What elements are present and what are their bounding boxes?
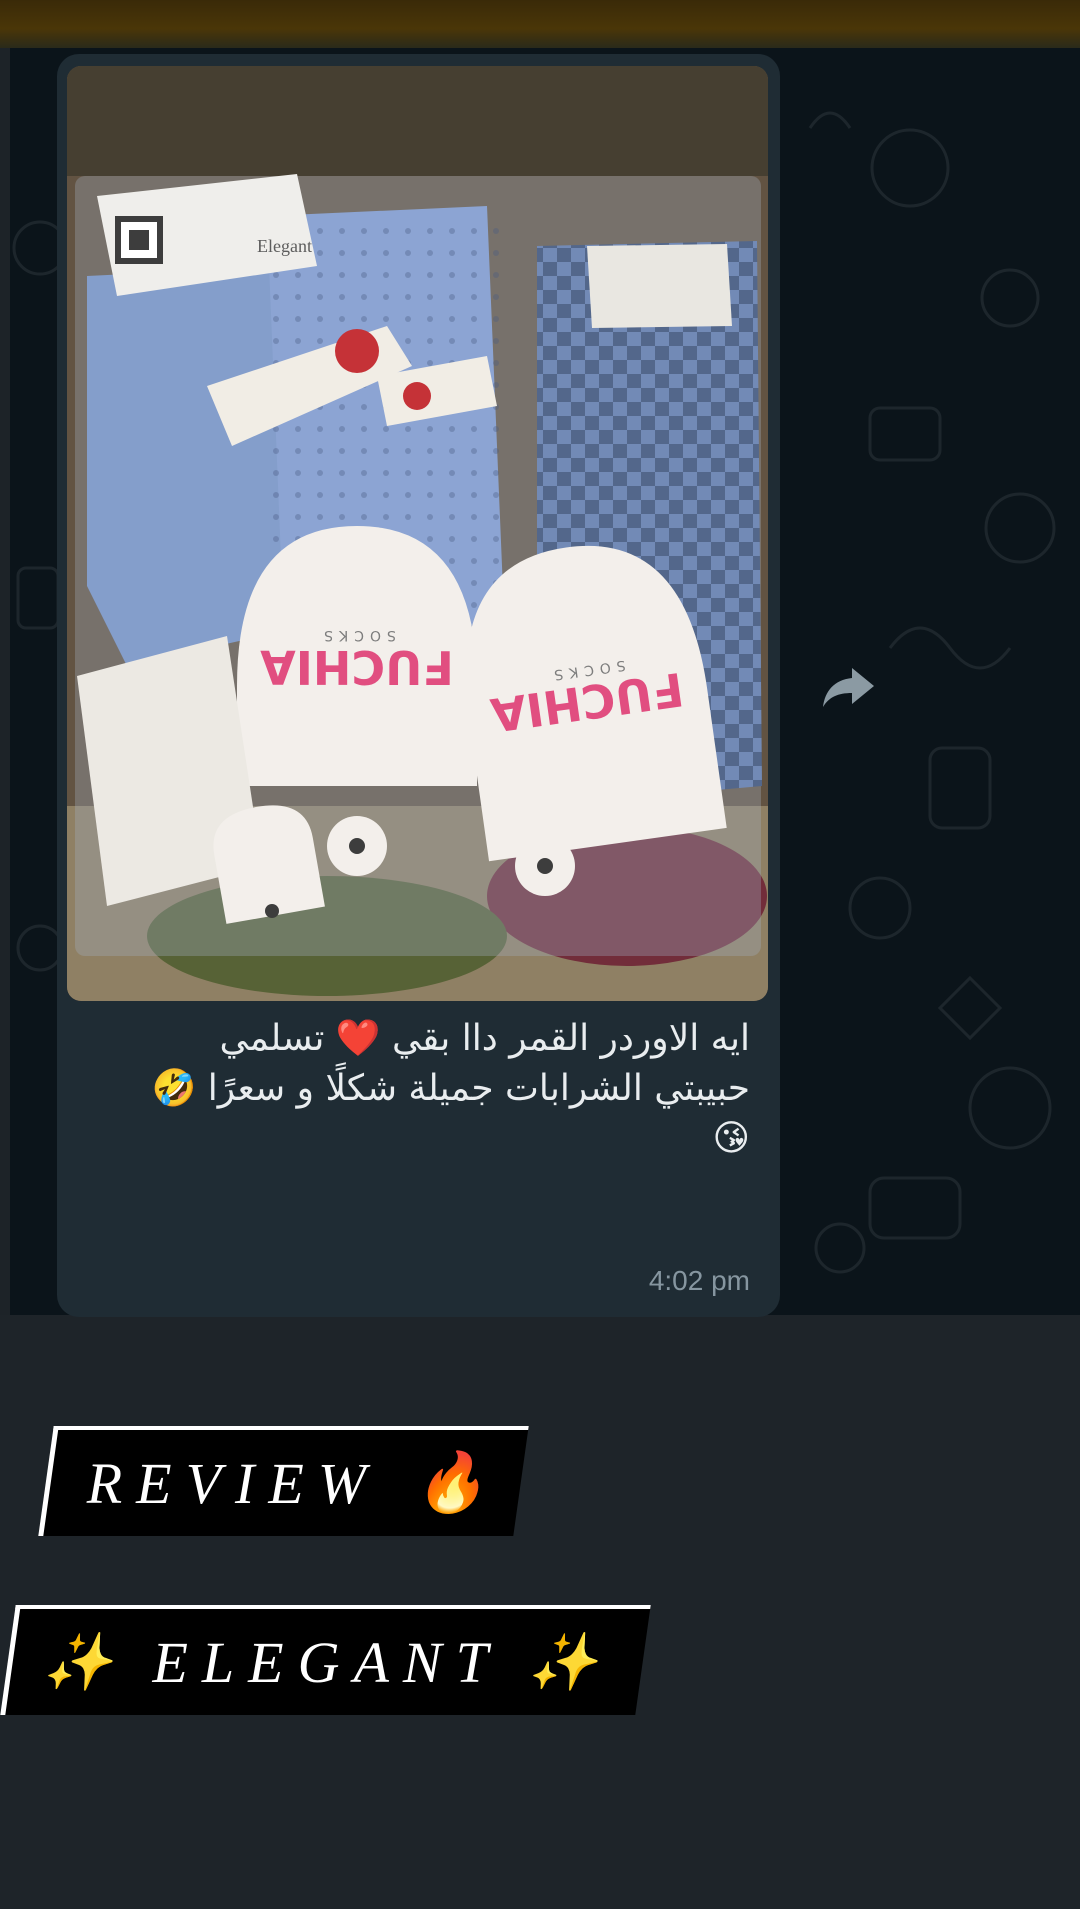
status-strip — [0, 0, 1080, 48]
sparkles-icon: ✨ — [527, 1632, 598, 1694]
review-label: REVIEW 🔥 — [38, 1426, 529, 1536]
message-line-1: ايه الاوردر القمر داا بقي ❤️ تسلمي — [219, 1018, 750, 1059]
message-line-3: 😘 — [712, 1118, 750, 1159]
sparkles-icon: ✨ — [42, 1632, 113, 1694]
socks-photo: Elegant FUCHIA SOCKS FUCHIA SOCKS — [67, 66, 768, 1001]
fire-icon: 🔥 — [414, 1450, 487, 1515]
forward-button[interactable] — [816, 655, 880, 719]
message-text: ايه الاوردر القمر داا بقي ❤️ تسلمي حبيبت… — [80, 1014, 750, 1164]
message-line-2: حبيبتي الشرابات جميلة شكلًا و سعرًا 🤣 — [151, 1068, 750, 1109]
message-bubble[interactable]: Elegant FUCHIA SOCKS FUCHIA SOCKS ايه ال… — [57, 54, 780, 1317]
elegant-text: ELEGANT — [152, 1629, 502, 1695]
message-timestamp: 4:02 pm — [648, 1265, 750, 1296]
message-photo[interactable]: Elegant FUCHIA SOCKS FUCHIA SOCKS — [67, 66, 768, 1001]
review-text: REVIEW — [86, 1450, 381, 1516]
forward-arrow-icon — [823, 668, 874, 707]
elegant-label: ✨ ELEGANT ✨ — [0, 1605, 651, 1715]
